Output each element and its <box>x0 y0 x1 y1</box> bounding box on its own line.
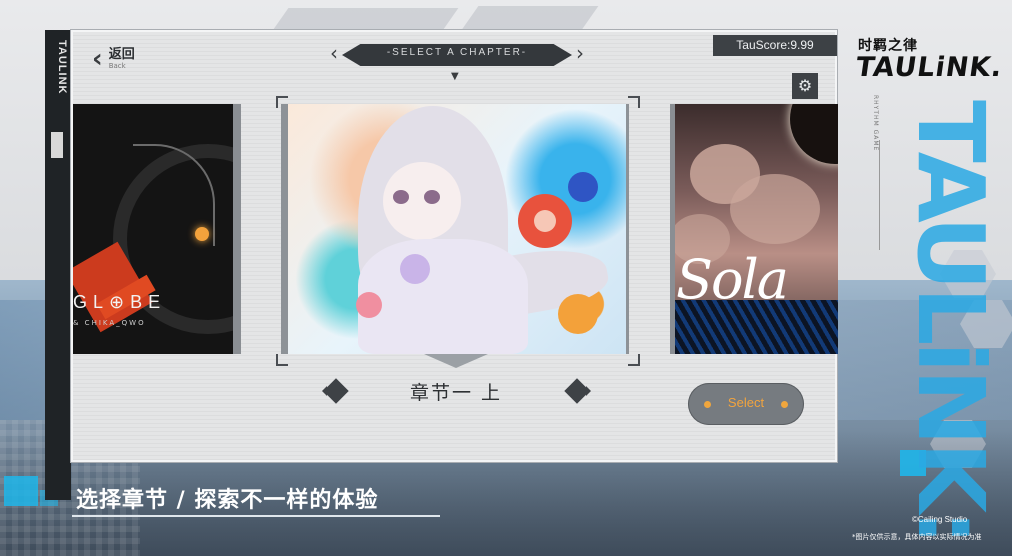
card-art-robe <box>358 239 528 354</box>
side-tab-indicator <box>51 132 63 158</box>
background-stripe <box>461 6 599 30</box>
card-art-flower <box>400 254 430 284</box>
header-right-chevron-icon: › <box>576 41 584 65</box>
frame-corner <box>276 96 288 108</box>
frame-corner <box>628 354 640 366</box>
card-art-eclipse <box>790 104 838 164</box>
back-sublabel: Back <box>108 62 126 70</box>
card-art-flower <box>356 292 382 318</box>
brand-small-text: RHYTHM GAME <box>872 95 879 152</box>
page-title: -SELECT A CHAPTER- <box>386 47 528 58</box>
tau-score: TauScore:9.99 <box>713 35 837 56</box>
next-chapter-button[interactable] <box>560 374 594 408</box>
back-button[interactable]: ‹ 返回 Back <box>92 46 135 72</box>
arrow-right-icon <box>586 386 596 396</box>
brand-logo-en: TAULiNK. <box>853 52 1005 83</box>
chapter-header: ‹ -SELECT A CHAPTER- › <box>330 42 584 68</box>
chevron-left-icon: ‹ <box>92 44 103 74</box>
slogan-underline <box>72 515 440 517</box>
card-left-title: GL⊕BE <box>73 292 167 312</box>
card-art-eye <box>393 190 409 204</box>
card-right-title: Sola <box>676 248 789 311</box>
arrow-left-icon <box>317 386 327 396</box>
back-label: 返回 <box>108 47 135 62</box>
header-left-chevron-icon: ‹ <box>330 41 338 65</box>
card-art-eye <box>424 190 440 204</box>
card-art-flower-center <box>534 210 556 232</box>
chapter-name: 章节一 上 <box>409 382 503 404</box>
chapter-card-center[interactable] <box>288 104 626 354</box>
disclaimer: *图片仅供示意，具体内容以实际情况为准 <box>852 533 982 541</box>
card-art-spark <box>195 227 209 241</box>
side-tab-label: TAULINK <box>56 40 68 95</box>
frame-corner <box>628 96 640 108</box>
header-pointer-icon: ▼ <box>451 71 459 82</box>
background-stripe <box>271 8 459 32</box>
card-art-flower <box>568 172 598 202</box>
brand-divider <box>879 140 880 250</box>
brand-vertical-text: TAULiNK: <box>897 100 1004 542</box>
gear-icon[interactable]: ⚙ <box>792 73 818 99</box>
card-edge <box>233 104 241 354</box>
decor-cyan-block <box>4 476 38 506</box>
chapter-card-right[interactable] <box>670 104 838 354</box>
diamond-left-icon <box>323 378 349 404</box>
card-art-cloud <box>730 174 820 244</box>
card-art-flower <box>558 294 598 334</box>
chapter-card-left[interactable] <box>73 104 241 354</box>
prev-chapter-button[interactable] <box>319 374 353 408</box>
side-tab: TAULINK <box>45 30 71 500</box>
copyright: ©Cailing Studio <box>912 515 968 524</box>
card-edge <box>670 104 675 354</box>
slogan: 选择章节 / 探索不一样的体验 <box>76 488 379 513</box>
select-dot-icon <box>781 401 788 408</box>
frame-corner <box>276 354 288 366</box>
select-button[interactable]: Select <box>688 383 804 425</box>
card-left-subtitle: & CHIKA_QWO <box>73 319 146 327</box>
